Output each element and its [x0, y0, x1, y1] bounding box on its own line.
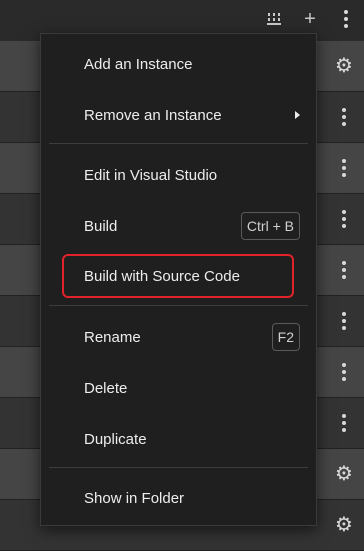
context-menu: Add an Instance Remove an Instance Edit … [40, 33, 317, 526]
more-vertical-icon[interactable] [324, 398, 364, 448]
menu-item-add-instance[interactable]: Add an Instance [41, 42, 316, 86]
more-vertical-icon[interactable] [324, 92, 364, 142]
gear-icon[interactable]: ⚙ [324, 449, 364, 499]
menu-item-show-in-folder[interactable]: Show in Folder [41, 476, 316, 520]
more-vertical-icon[interactable] [324, 245, 364, 295]
menu-item-build[interactable]: Build Ctrl + B [41, 204, 316, 248]
menu-item-build-with-source-code[interactable]: Build with Source Code [41, 254, 316, 298]
more-vertical-icon[interactable] [336, 8, 356, 30]
menu-separator [49, 305, 308, 306]
menu-item-label: Duplicate [84, 430, 147, 448]
gear-icon[interactable]: ⚙ [324, 500, 364, 550]
gear-icon[interactable]: ⚙ [324, 41, 364, 91]
menu-item-label: Delete [84, 379, 128, 397]
more-vertical-icon[interactable] [324, 143, 364, 193]
menu-item-label: Add an Instance [84, 55, 193, 73]
gear-glyph: ⚙ [335, 463, 353, 485]
menu-item-label: Build with Source Code [84, 267, 240, 285]
submenu-arrow-icon [295, 111, 300, 119]
menu-item-edit-in-visual-studio[interactable]: Edit in Visual Studio [41, 153, 316, 197]
gear-glyph: ⚙ [335, 55, 353, 77]
grid-icon[interactable] [264, 8, 284, 30]
gear-glyph: ⚙ [335, 514, 353, 536]
menu-item-label: Edit in Visual Studio [84, 166, 218, 184]
menu-item-remove-instance[interactable]: Remove an Instance [41, 93, 316, 137]
menu-item-label: Show in Folder [84, 489, 185, 507]
menu-separator [49, 143, 308, 144]
plus-icon[interactable]: + [300, 8, 320, 30]
menu-item-rename[interactable]: Rename F2 [41, 315, 316, 359]
menu-item-duplicate[interactable]: Duplicate [41, 417, 316, 461]
more-vertical-icon[interactable] [324, 194, 364, 244]
more-vertical-icon[interactable] [324, 347, 364, 397]
menu-item-label: Remove an Instance [84, 106, 222, 124]
shortcut-badge: F2 [271, 323, 300, 351]
menu-separator [49, 467, 308, 468]
menu-item-delete[interactable]: Delete [41, 366, 316, 410]
more-vertical-icon[interactable] [324, 296, 364, 346]
plus-icon-glyph: + [304, 8, 316, 30]
shortcut-badge: Ctrl + B [240, 212, 300, 240]
